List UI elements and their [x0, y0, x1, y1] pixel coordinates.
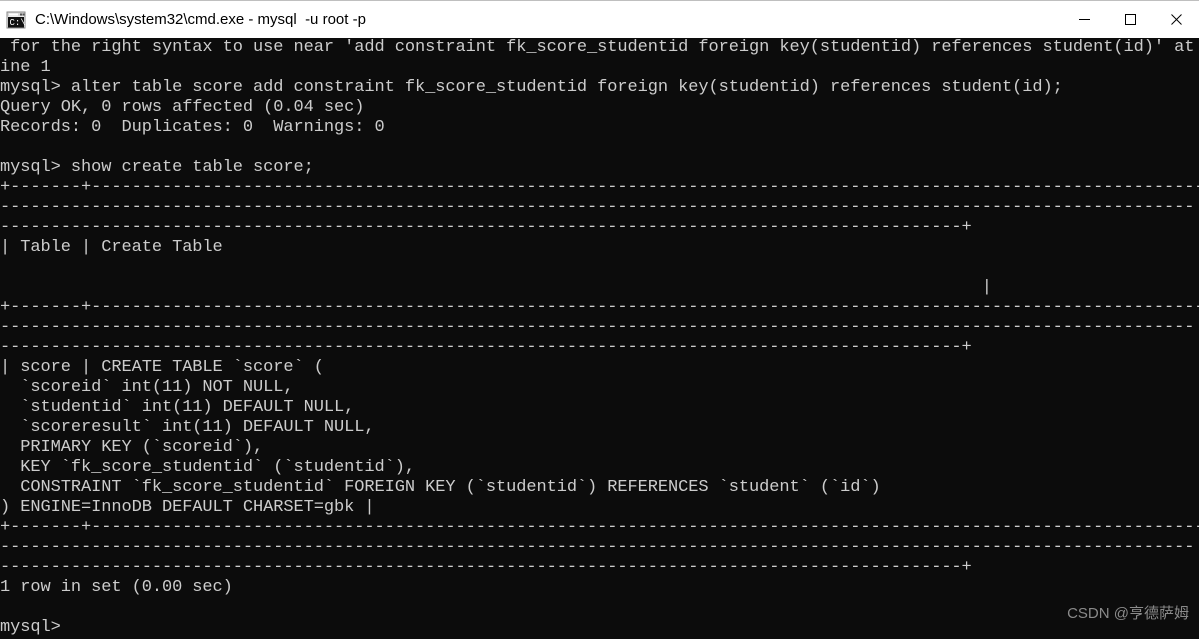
terminal-line: ----------------------------------------… [0, 338, 972, 357]
minimize-button[interactable] [1061, 1, 1107, 38]
close-button[interactable] [1153, 1, 1199, 38]
terminal-line: | score | CREATE TABLE `score` ( [0, 358, 324, 377]
terminal-line: +-------+-------------------------------… [0, 298, 1199, 317]
terminal-output[interactable]: for the right syntax to use near 'add co… [0, 38, 1199, 639]
terminal-line: `scoreid` int(11) NOT NULL, [0, 378, 294, 397]
terminal-line: `studentid` int(11) DEFAULT NULL, [0, 398, 355, 417]
terminal-line: mysql> alter table score add constraint … [0, 78, 1063, 97]
close-icon [1170, 13, 1182, 25]
terminal-line: ----------------------------------------… [0, 318, 1195, 337]
terminal-line: for the right syntax to use near 'add co… [0, 38, 1199, 57]
prompt-text: mysql> [0, 618, 61, 637]
terminal-line: ) ENGINE=InnoDB DEFAULT CHARSET=gbk | [0, 498, 375, 517]
terminal-line: Query OK, 0 rows affected (0.04 sec) [0, 98, 365, 117]
terminal-line: +-------+-------------------------------… [0, 518, 1199, 537]
terminal-line: KEY `fk_score_studentid` (`studentid`), [0, 458, 415, 477]
maximize-icon [1124, 13, 1136, 25]
terminal-line: | Table | Create Table [0, 238, 223, 257]
window-titlebar[interactable]: C:\ C:\Windows\system32\cmd.exe - mysql … [0, 0, 1199, 38]
minimize-icon [1078, 18, 1090, 20]
terminal-line: ine 1 [0, 58, 51, 77]
terminal-line: CONSTRAINT `fk_score_studentid` FOREIGN … [0, 478, 881, 497]
terminal-line: ----------------------------------------… [0, 538, 1195, 557]
svg-text:C:\: C:\ [10, 18, 26, 28]
maximize-button[interactable] [1107, 1, 1153, 38]
terminal-line: mysql> show create table score; [0, 158, 314, 177]
window-controls [1061, 1, 1199, 39]
terminal-line: | [0, 278, 992, 297]
terminal-prompt-line[interactable]: mysql> [0, 618, 1199, 638]
terminal-line: ----------------------------------------… [0, 218, 972, 237]
terminal-line: Records: 0 Duplicates: 0 Warnings: 0 [0, 118, 385, 137]
cmd-window: C:\ C:\Windows\system32\cmd.exe - mysql … [0, 0, 1199, 639]
terminal-line: `scoreresult` int(11) DEFAULT NULL, [0, 418, 375, 437]
terminal-line: ----------------------------------------… [0, 558, 972, 577]
terminal-line: +-------+-------------------------------… [0, 178, 1199, 197]
terminal-line: 1 row in set (0.00 sec) [0, 578, 233, 597]
terminal-line: PRIMARY KEY (`scoreid`), [0, 438, 264, 457]
terminal-line: ----------------------------------------… [0, 198, 1195, 217]
window-title: C:\Windows\system32\cmd.exe - mysql -u r… [35, 11, 366, 28]
cmd-icon: C:\ [5, 10, 27, 30]
